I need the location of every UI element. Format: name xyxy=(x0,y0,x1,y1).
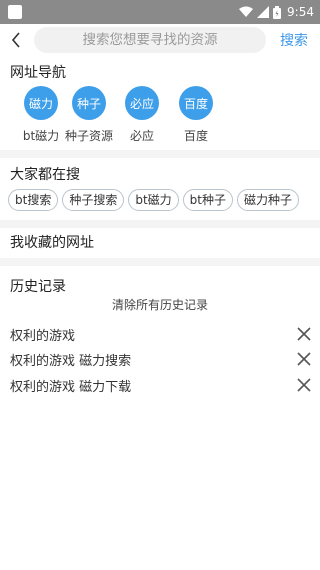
section-divider xyxy=(0,258,320,266)
search-box[interactable] xyxy=(34,27,266,53)
nav-circle: 百度 xyxy=(179,86,213,120)
favorites-section-title[interactable]: 我收藏的网址 xyxy=(10,232,94,252)
wifi-icon xyxy=(239,6,254,17)
nav-section-title: 网址导航 xyxy=(10,65,66,81)
popular-section-title: 大家都在搜 xyxy=(10,167,80,183)
search-header: 搜索 xyxy=(0,24,320,56)
nav-label: 必应 xyxy=(129,129,154,143)
search-button[interactable]: 搜索 xyxy=(280,30,308,50)
tag-item[interactable]: bt搜索 xyxy=(8,189,59,211)
nav-circle: 种子 xyxy=(72,86,106,120)
status-icons: 9:54 xyxy=(239,0,314,24)
section-divider xyxy=(0,150,320,158)
nav-label: 百度 xyxy=(183,129,208,143)
tag-item[interactable]: 种子搜索 xyxy=(62,189,125,211)
back-button[interactable] xyxy=(6,28,26,52)
clear-history-button[interactable]: 清除所有历史记录 xyxy=(0,296,320,313)
nav-row: 磁力 bt磁力 种子 种子资源 必应 必应 百度 百度 xyxy=(0,86,320,146)
close-icon[interactable] xyxy=(296,351,312,367)
history-item-text[interactable]: 权利的游戏 xyxy=(10,325,75,344)
history-item-text[interactable]: 权利的游戏 磁力下载 xyxy=(10,376,131,395)
close-icon[interactable] xyxy=(296,377,312,393)
history-item-text[interactable]: 权利的游戏 磁力搜索 xyxy=(10,350,131,369)
battery-icon xyxy=(273,5,282,19)
nav-item-baidu[interactable]: 百度 百度 xyxy=(161,86,231,144)
search-input[interactable] xyxy=(34,27,266,53)
popular-tags: bt搜索 种子搜索 bt磁力 bt种子 磁力种子 xyxy=(8,189,320,213)
nav-circle: 必应 xyxy=(125,86,159,120)
signal-icon xyxy=(257,6,270,18)
close-icon[interactable] xyxy=(296,326,312,342)
nav-label: 种子资源 xyxy=(64,129,113,143)
history-item: 权利的游戏 磁力搜索 xyxy=(10,348,312,370)
section-divider xyxy=(0,220,320,228)
history-section-title: 历史记录 xyxy=(10,279,66,295)
status-time: 9:54 xyxy=(287,5,314,19)
notification-icon xyxy=(8,5,22,19)
history-item: 权利的游戏 磁力下载 xyxy=(10,374,312,396)
tag-item[interactable]: 磁力种子 xyxy=(237,189,300,211)
nav-circle: 磁力 xyxy=(24,86,58,120)
history-item: 权利的游戏 xyxy=(10,323,312,345)
tag-item[interactable]: bt磁力 xyxy=(128,189,179,211)
tag-item[interactable]: bt种子 xyxy=(182,189,233,211)
chevron-left-icon xyxy=(11,32,20,48)
status-bar: 9:54 xyxy=(0,0,320,24)
